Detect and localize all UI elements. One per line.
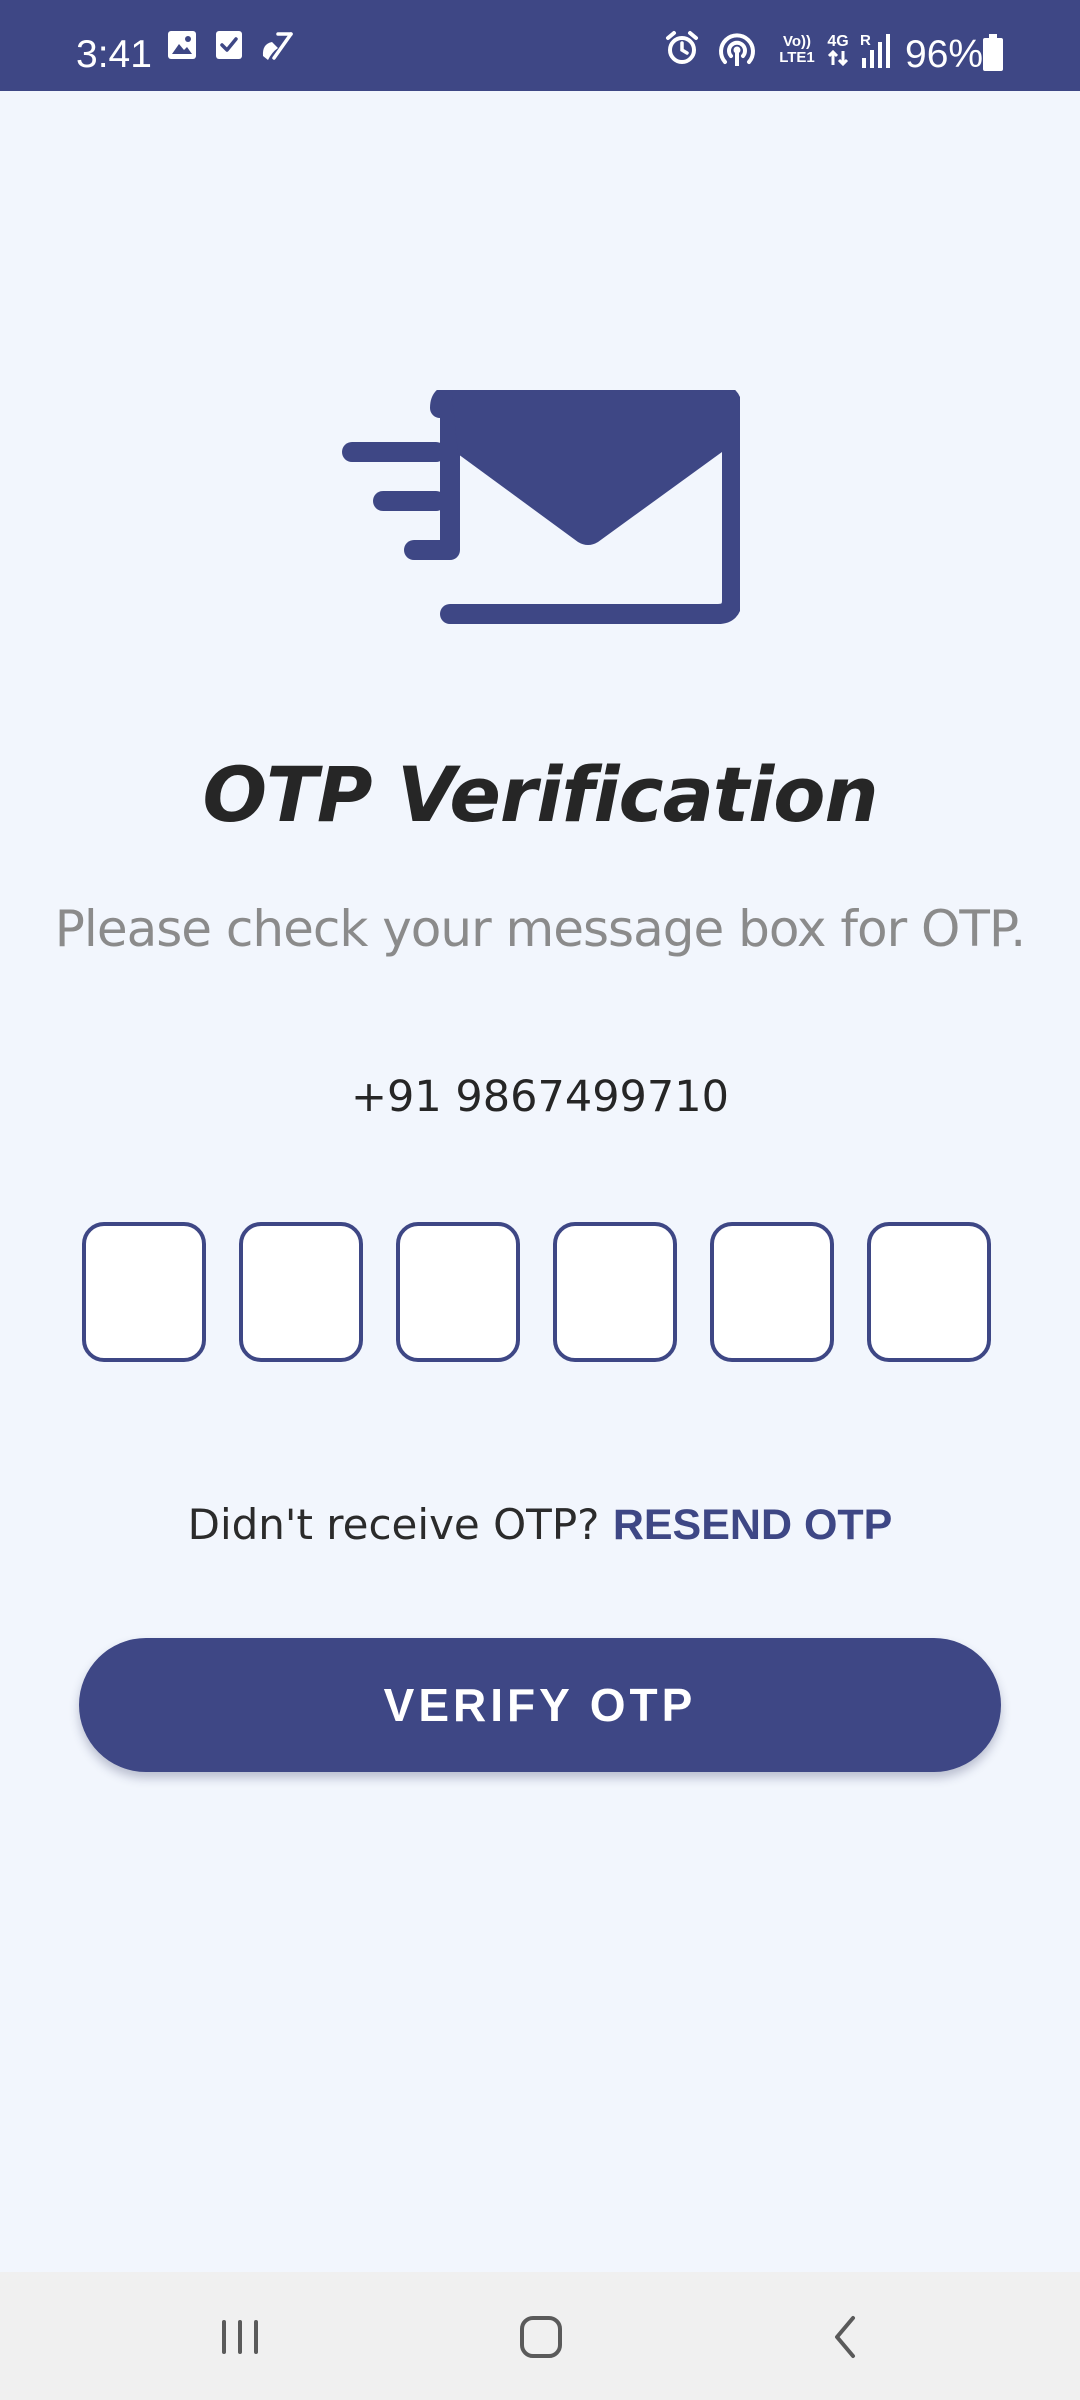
battery-icon <box>983 34 1003 71</box>
gallery-icon <box>168 31 196 59</box>
otp-digit-3[interactable] <box>396 1222 520 1362</box>
network-label: 4G <box>827 33 849 50</box>
alarm-icon <box>666 31 698 64</box>
missed-call-icon <box>262 32 293 60</box>
4g-data-icon: 4G <box>823 33 853 66</box>
otp-digit-2[interactable] <box>239 1222 363 1362</box>
otp-digit-5[interactable] <box>710 1222 834 1362</box>
signal-icon: R <box>858 30 894 70</box>
volte-icon: Vo)) LTE1 <box>776 34 818 66</box>
recent-apps-icon[interactable] <box>200 2302 280 2372</box>
volte-label-top: Vo)) <box>782 33 812 50</box>
status-time: 3:41 <box>76 33 152 76</box>
battery-percent: 96% <box>905 33 984 76</box>
home-icon[interactable] <box>502 2302 582 2372</box>
otp-input-row <box>82 1222 998 1366</box>
data-arrows-icon <box>827 50 849 66</box>
status-bar: 3:41 Vo)) LTE1 4G R 96% <box>0 0 1080 91</box>
signal-bars <box>862 34 890 68</box>
otp-digit-1[interactable] <box>82 1222 206 1362</box>
resend-prompt: Didn't receive OTP? <box>187 1500 600 1549</box>
resend-row: Didn't receive OTP? RESEND OTP <box>0 1500 1080 1550</box>
page-subtitle: Please check your message box for OTP. <box>54 900 1026 958</box>
volte-label-bottom: LTE1 <box>779 49 815 66</box>
phone-number: +91 9867499710 <box>351 1072 729 1122</box>
checkbox-icon <box>216 31 242 59</box>
page-title: OTP Verification <box>202 750 878 839</box>
navigation-bar <box>0 2272 1080 2400</box>
resend-otp-link[interactable]: RESEND OTP <box>613 1501 893 1549</box>
verify-otp-button[interactable]: VERIFY OTP <box>79 1638 1001 1772</box>
back-icon[interactable] <box>805 2302 885 2372</box>
otp-digit-6[interactable] <box>867 1222 991 1362</box>
hotspot-icon <box>719 33 755 66</box>
otp-digit-4[interactable] <box>553 1222 677 1362</box>
fast-mail-icon <box>342 390 740 624</box>
